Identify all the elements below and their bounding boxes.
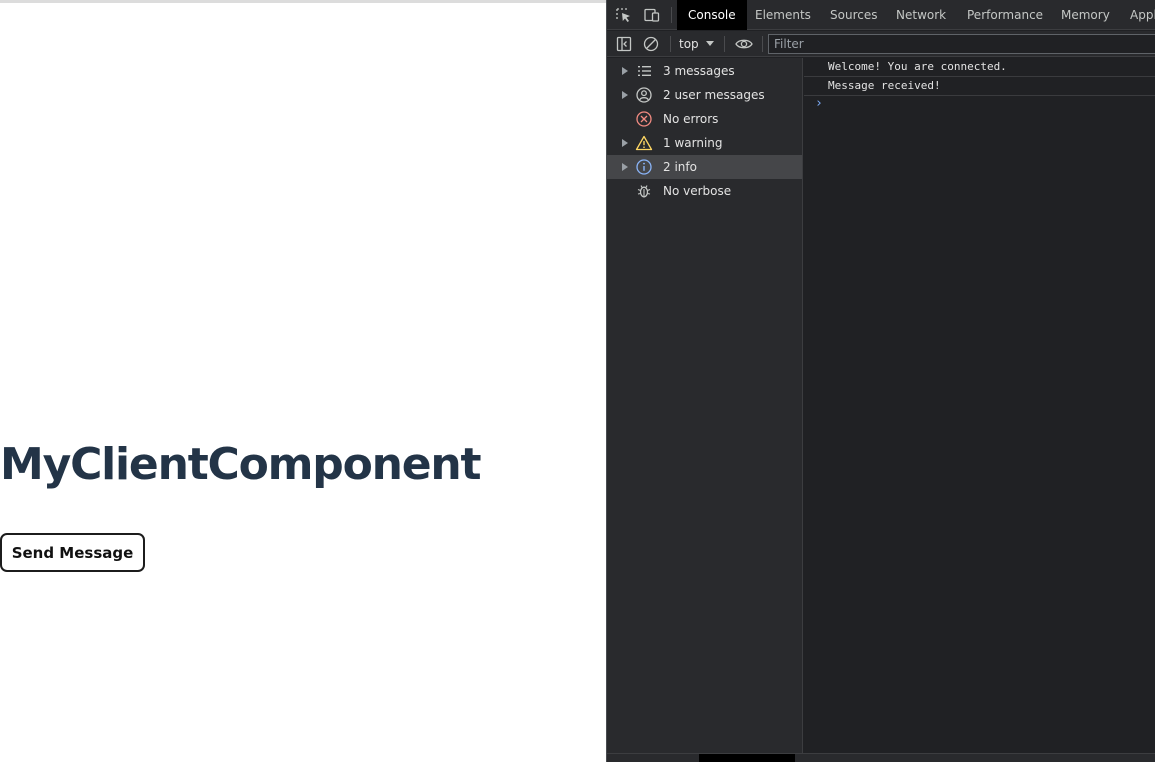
warning-icon [635, 134, 653, 152]
info-icon [635, 158, 653, 176]
toolbar-divider [670, 36, 671, 52]
console-message: Welcome! You are connected. [804, 58, 1155, 77]
expand-arrow-icon[interactable] [622, 139, 628, 147]
sidebar-item-label: No verbose [663, 184, 732, 198]
console-output: Welcome! You are connected. Message rece… [804, 58, 1155, 753]
tab-memory[interactable]: Memory [1050, 0, 1121, 30]
clear-console-icon[interactable] [642, 35, 660, 53]
tab-sources[interactable]: Sources [819, 0, 888, 30]
chevron-down-icon[interactable] [706, 41, 714, 46]
send-message-button[interactable]: Send Message [0, 533, 145, 572]
error-icon [635, 110, 653, 128]
page-viewport: MyClientComponent Send Message [0, 0, 606, 762]
sidebar-item-label: 2 info [663, 160, 697, 174]
sidebar-item-label: No errors [663, 112, 719, 126]
live-expression-eye-icon[interactable] [734, 35, 753, 53]
sidebar-item-info[interactable]: 2 info [607, 155, 802, 179]
sidebar-toggle-icon[interactable] [615, 35, 633, 53]
tab-application[interactable]: Appl [1119, 0, 1155, 30]
expand-arrow-icon[interactable] [622, 163, 628, 171]
expand-arrow-icon[interactable] [622, 91, 628, 99]
page-title: MyClientComponent [0, 439, 482, 490]
list-icon [635, 62, 653, 80]
console-message: Message received! [804, 77, 1155, 96]
sidebar-item-user-messages[interactable]: 2 user messages [607, 83, 802, 107]
drawer-tab[interactable] [699, 754, 795, 762]
toolbar-divider [724, 36, 725, 52]
toolbar-divider [762, 36, 763, 52]
sidebar-item-messages[interactable]: 3 messages [607, 59, 802, 83]
console-toolbar: top [607, 31, 1155, 57]
inspect-element-icon[interactable] [615, 7, 633, 23]
bug-icon [635, 182, 653, 200]
sidebar-item-label: 2 user messages [663, 88, 765, 102]
devtools-drawer [607, 753, 1155, 762]
sidebar-item-errors[interactable]: No errors [607, 107, 802, 131]
tabbar-divider [671, 7, 672, 23]
sidebar-item-label: 1 warning [663, 136, 723, 150]
tab-elements[interactable]: Elements [744, 0, 822, 30]
filter-input[interactable] [768, 34, 1155, 54]
sidebar-item-label: 3 messages [663, 64, 735, 78]
sidebar-item-warnings[interactable]: 1 warning [607, 131, 802, 155]
tab-performance[interactable]: Performance [956, 0, 1054, 30]
devtools-panel: Console Elements Sources Network Perform… [606, 0, 1155, 762]
user-circle-icon [635, 86, 653, 104]
context-selector[interactable]: top [679, 31, 699, 57]
console-sidebar: 3 messages 2 user messages No errors 1 w… [607, 58, 803, 753]
device-toolbar-icon[interactable] [643, 7, 661, 23]
console-prompt-chevron-icon[interactable]: › [815, 97, 823, 111]
expand-arrow-icon[interactable] [622, 67, 628, 75]
tab-console[interactable]: Console [677, 0, 747, 30]
sidebar-item-verbose[interactable]: No verbose [607, 179, 802, 203]
devtools-tabbar: Console Elements Sources Network Perform… [607, 0, 1155, 30]
tab-network[interactable]: Network [885, 0, 957, 30]
